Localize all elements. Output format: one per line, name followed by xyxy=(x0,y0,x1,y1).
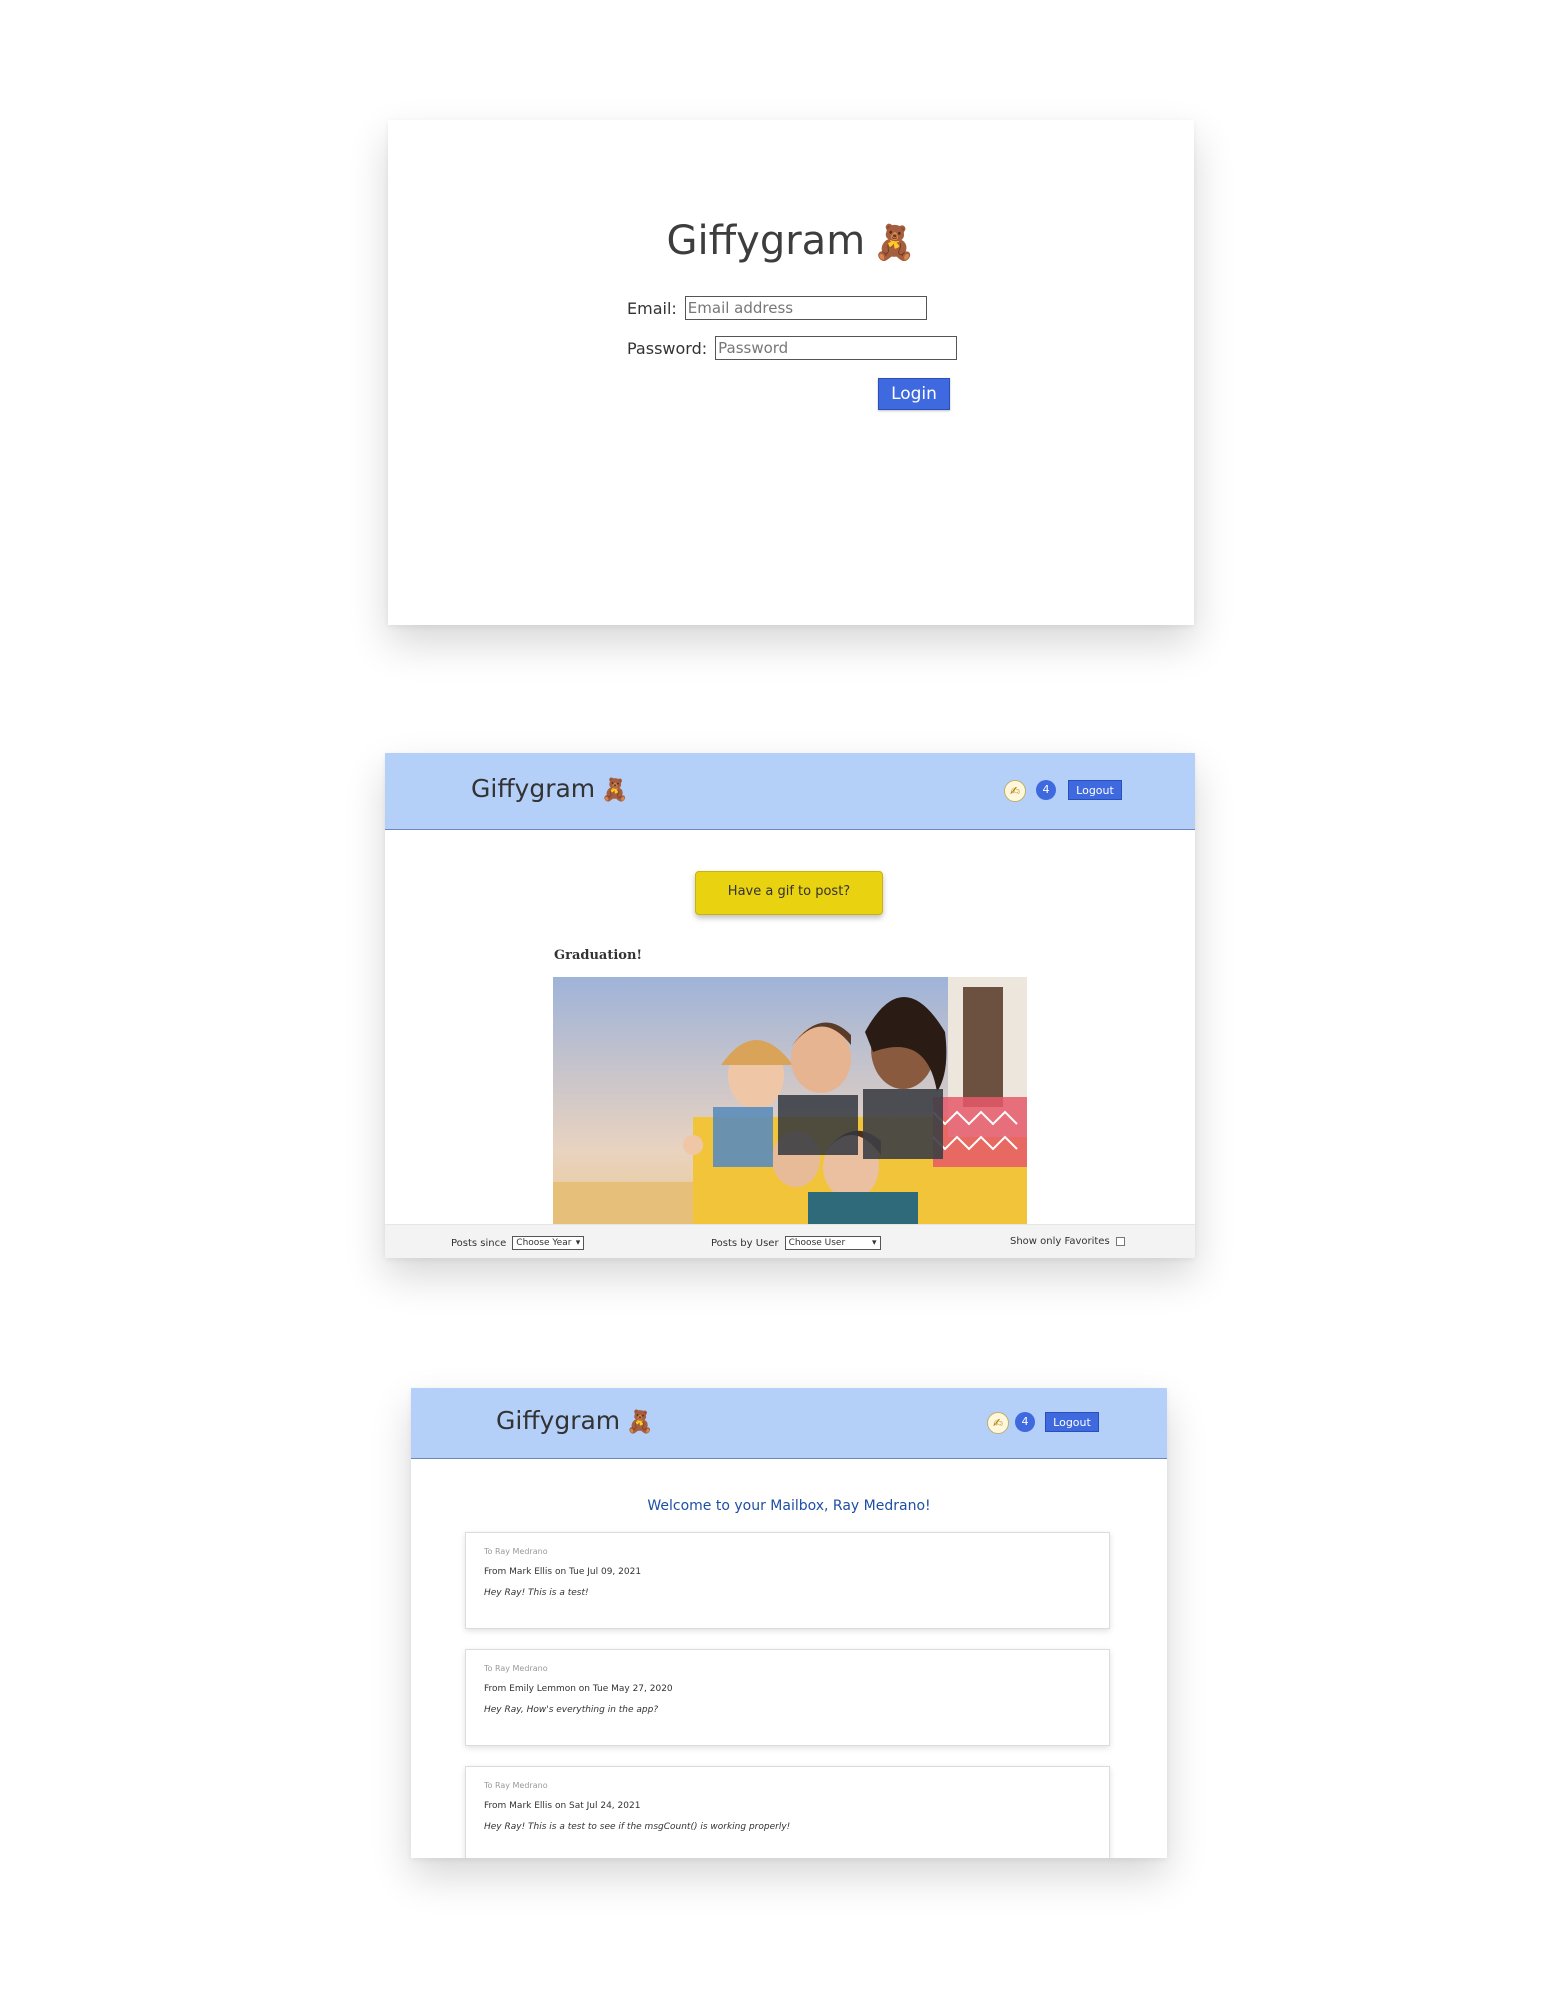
posts-since-filter: Posts since Choose Year ▾ xyxy=(451,1236,585,1250)
feed-panel: Giffygram 🧸 ✍ 4 Logout Have a gif to post… xyxy=(385,753,1195,1258)
message-body: Hey Ray, How's everything in the app? xyxy=(484,1705,659,1715)
nav-brand[interactable]: Giffygram 🧸 xyxy=(496,1406,654,1435)
teddy-bear-icon: 🧸 xyxy=(601,778,629,803)
email-input[interactable] xyxy=(684,296,927,320)
year-select[interactable]: Choose Year ▾ xyxy=(512,1236,585,1250)
post-image xyxy=(553,977,1027,1226)
brand-title: Giffygram xyxy=(666,218,866,264)
photo-friends-in-van-icon xyxy=(553,977,1027,1226)
post-gif-button[interactable]: Have a gif to post? xyxy=(695,871,883,915)
message-card[interactable]: To Ray Medrano From Mark Ellis on Sat Ju… xyxy=(465,1766,1110,1858)
message-body: Hey Ray! This is a test! xyxy=(484,1588,589,1598)
pen-icon[interactable]: ✍ xyxy=(987,1412,1009,1434)
login-button[interactable]: Login xyxy=(878,378,950,410)
chevron-down-icon: ▾ xyxy=(872,1238,877,1248)
feed-footer: Posts since Choose Year ▾ Posts by User … xyxy=(385,1224,1195,1258)
message-card[interactable]: To Ray Medrano From Emily Lemmon on Tue … xyxy=(465,1649,1110,1746)
teddy-bear-icon: 🧸 xyxy=(873,223,916,263)
nav-brand[interactable]: Giffygram 🧸 xyxy=(471,774,629,803)
chevron-down-icon: ▾ xyxy=(575,1238,581,1248)
message-recipient: To Ray Medrano xyxy=(484,1547,548,1556)
message-body: Hey Ray! This is a test to see if the ms… xyxy=(484,1822,791,1832)
login-panel: Giffygram🧸 Email: Password: Login xyxy=(388,120,1194,625)
message-sender: From Mark Ellis on Tue Jul 09, 2021 xyxy=(484,1567,642,1577)
user-select-value: Choose User xyxy=(788,1238,846,1248)
message-recipient: To Ray Medrano xyxy=(484,1664,548,1673)
navbar: Giffygram 🧸 ✍ 4 Logout xyxy=(411,1388,1167,1459)
teddy-bear-icon: 🧸 xyxy=(626,1410,654,1435)
navbar: Giffygram 🧸 ✍ 4 Logout xyxy=(385,753,1195,830)
logout-button[interactable]: Logout xyxy=(1045,1412,1099,1432)
year-select-value: Choose Year xyxy=(516,1238,572,1248)
password-input[interactable] xyxy=(715,336,958,360)
favorites-label: Show only Favorites xyxy=(1010,1236,1110,1247)
posts-by-user-filter: Posts by User Choose User ▾ xyxy=(711,1236,881,1250)
brand-title: Giffygram xyxy=(471,774,596,803)
message-count-badge[interactable]: 4 xyxy=(1015,1412,1035,1432)
message-card[interactable]: To Ray Medrano From Mark Ellis on Tue Ju… xyxy=(465,1532,1110,1629)
post-title: Graduation! xyxy=(554,948,643,963)
mailbox-panel: Giffygram 🧸 ✍ 4 Logout Welcome to your Ma… xyxy=(411,1388,1167,1858)
password-label: Password: xyxy=(627,338,708,358)
mailbox-welcome: Welcome to your Mailbox, Ray Medrano! xyxy=(647,1498,931,1514)
favorites-checkbox[interactable] xyxy=(1115,1237,1125,1246)
pen-icon[interactable]: ✍ xyxy=(1004,780,1026,802)
brand-title: Giffygram xyxy=(496,1406,621,1435)
posts-by-user-label: Posts by User xyxy=(711,1237,779,1249)
message-count-badge[interactable]: 4 xyxy=(1036,780,1056,800)
posts-since-label: Posts since xyxy=(451,1237,507,1249)
password-row: Password: xyxy=(627,336,958,360)
login-brand: Giffygram 🧸 xyxy=(388,218,1194,264)
message-recipient: To Ray Medrano xyxy=(484,1781,548,1790)
email-row: Email: xyxy=(627,296,927,320)
logout-button[interactable]: Logout xyxy=(1068,780,1122,800)
message-sender: From Mark Ellis on Sat Jul 24, 2021 xyxy=(484,1801,641,1811)
user-select[interactable]: Choose User ▾ xyxy=(784,1236,881,1250)
favorites-filter: Show only Favorites xyxy=(1010,1236,1125,1247)
email-label: Email: xyxy=(627,298,677,318)
message-sender: From Emily Lemmon on Tue May 27, 2020 xyxy=(484,1684,673,1694)
